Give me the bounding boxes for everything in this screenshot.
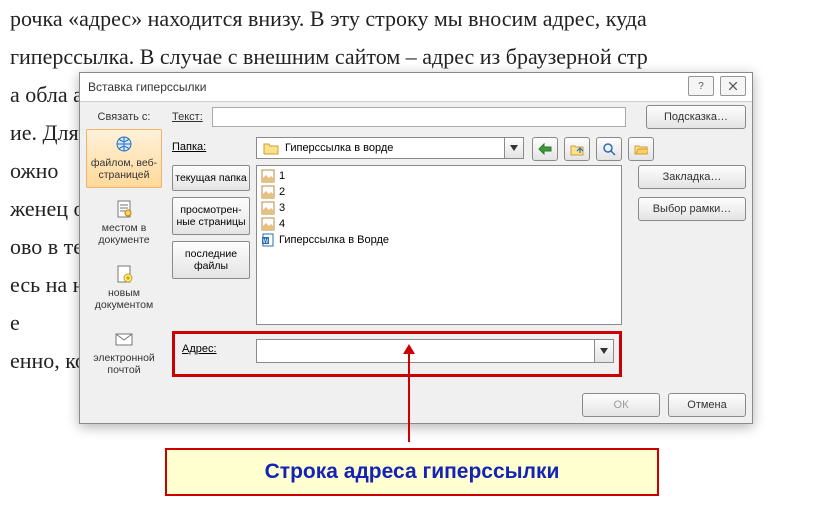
image-file-icon	[261, 169, 275, 183]
link-to-label: Связать с:	[86, 111, 162, 123]
linkto-label: новым документом	[95, 287, 153, 311]
search-web-icon	[602, 142, 616, 156]
back-button[interactable]	[532, 137, 558, 161]
display-text-input[interactable]	[212, 107, 626, 127]
cancel-button[interactable]: Отмена	[668, 393, 746, 417]
subtab-recent-files[interactable]: последние файлы	[172, 241, 250, 279]
list-item[interactable]: 2	[259, 184, 619, 200]
dropdown-arrow-icon[interactable]	[504, 138, 523, 158]
svg-text:W: W	[263, 239, 269, 245]
lookin-combo[interactable]: Гиперссылка в ворде	[256, 137, 524, 159]
address-label: Адрес:	[182, 343, 217, 355]
up-button[interactable]	[564, 137, 590, 161]
lookin-value: Гиперссылка в ворде	[285, 142, 504, 154]
linkto-new-doc[interactable]: новым документом	[86, 259, 162, 318]
image-file-icon	[261, 185, 275, 199]
insert-hyperlink-dialog: Вставка гиперссылки ? Связать с: файлом,…	[79, 72, 753, 424]
address-input[interactable]	[257, 340, 594, 362]
browse-web-button[interactable]	[596, 137, 622, 161]
close-button[interactable]	[720, 76, 746, 96]
ok-button: ОК	[582, 393, 660, 417]
linkto-label: электронной почтой	[93, 352, 155, 376]
close-icon	[729, 82, 737, 90]
back-arrow-icon	[538, 143, 552, 155]
callout-text: Строка адреса гиперссылки	[265, 460, 560, 484]
folder-open-icon	[634, 143, 648, 155]
subtab-current-folder[interactable]: текущая папка	[172, 165, 250, 191]
help-button[interactable]: ?	[688, 76, 714, 96]
lookin-label: Папка:	[172, 141, 206, 153]
bookmark-doc-icon	[114, 199, 134, 219]
browse-file-button[interactable]	[628, 137, 654, 161]
list-item[interactable]: W Гиперссылка в Ворде	[259, 232, 619, 248]
email-icon	[114, 329, 134, 349]
display-text-label: Текст:	[172, 111, 203, 123]
linkto-label: файлом, веб-страницей	[91, 157, 157, 181]
subtab-browsed-pages[interactable]: просмотрен-ные страницы	[172, 197, 250, 235]
new-doc-icon	[114, 264, 134, 284]
list-item[interactable]: 3	[259, 200, 619, 216]
file-list[interactable]: 1 2 3 4 W Гиперссылка в Ворде	[256, 165, 622, 325]
linkto-place-in-doc[interactable]: местом в документе	[86, 194, 162, 253]
folder-icon	[263, 141, 279, 155]
screentip-button[interactable]: Подсказка…	[646, 105, 746, 129]
bg-line: гиперссылка. В случае с внешним сайтом –…	[10, 38, 831, 76]
target-frame-button[interactable]: Выбор рамки…	[638, 197, 746, 221]
linkto-label: местом в документе	[98, 222, 149, 246]
bg-line: рочка «адрес» находится внизу. В эту стр…	[10, 0, 831, 38]
list-item[interactable]: 1	[259, 168, 619, 184]
linkto-email[interactable]: электронной почтой	[86, 324, 162, 383]
folder-up-icon	[570, 142, 584, 156]
image-file-icon	[261, 217, 275, 231]
linkto-file-web[interactable]: файлом, веб-страницей	[86, 129, 162, 188]
address-combo[interactable]	[256, 339, 614, 363]
callout-box: Строка адреса гиперссылки	[165, 448, 659, 496]
dropdown-arrow-icon[interactable]	[594, 340, 613, 362]
image-file-icon	[261, 201, 275, 215]
dialog-titlebar[interactable]: Вставка гиперссылки ?	[80, 73, 752, 102]
dialog-title: Вставка гиперссылки	[88, 80, 206, 94]
word-file-icon: W	[261, 233, 275, 247]
callout-arrow	[408, 350, 410, 442]
list-item[interactable]: 4	[259, 216, 619, 232]
bookmark-button[interactable]: Закладка…	[638, 165, 746, 189]
globe-file-icon	[114, 134, 134, 154]
